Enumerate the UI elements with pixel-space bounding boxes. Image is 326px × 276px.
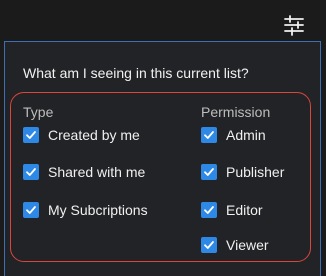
option-my-subscriptions[interactable]: My Subcriptions — [23, 202, 148, 218]
checkbox-checked-icon[interactable] — [23, 127, 39, 143]
app-stage: What am I seeing in this current list? T… — [0, 0, 326, 276]
option-label: Admin — [226, 127, 266, 143]
option-editor[interactable]: Editor — [201, 202, 263, 218]
checkbox-checked-icon[interactable] — [23, 202, 39, 218]
checkbox-checked-icon[interactable] — [201, 164, 217, 180]
option-label: My Subcriptions — [48, 202, 148, 218]
option-label: Shared with me — [48, 164, 146, 180]
option-admin[interactable]: Admin — [201, 127, 266, 143]
sliders-icon — [284, 15, 304, 36]
filter-panel: What am I seeing in this current list? T… — [4, 41, 321, 276]
checkbox-checked-icon[interactable] — [201, 237, 217, 253]
option-shared-with-me[interactable]: Shared with me — [23, 164, 145, 180]
permission-heading: Permission — [201, 104, 271, 120]
checkbox-checked-icon[interactable] — [23, 164, 39, 180]
type-heading: Type — [23, 104, 54, 120]
option-label: Created by me — [48, 127, 140, 143]
option-label: Publisher — [226, 164, 285, 180]
option-publisher[interactable]: Publisher — [201, 164, 284, 180]
option-created-by-me[interactable]: Created by me — [23, 127, 140, 143]
option-label: Editor — [226, 202, 263, 218]
option-label: Viewer — [226, 237, 269, 253]
filter-settings-button[interactable] — [283, 15, 305, 37]
checkbox-checked-icon[interactable] — [201, 202, 217, 218]
checkbox-checked-icon[interactable] — [201, 127, 217, 143]
option-viewer[interactable]: Viewer — [201, 237, 269, 253]
panel-question: What am I seeing in this current list? — [23, 65, 249, 81]
